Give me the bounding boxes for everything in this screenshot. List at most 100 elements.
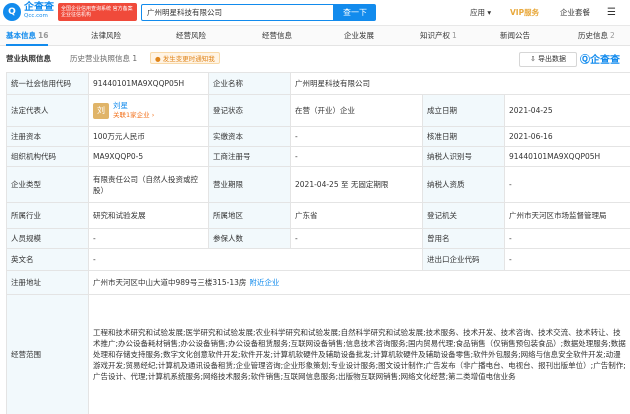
eng-name-value: - — [88, 248, 423, 271]
tab-label: 新闻公告 — [500, 31, 530, 40]
table-row: 统一社会信用代码 91440101MA9XQQP05H 企业名称 广州明星科技有… — [6, 72, 630, 95]
company-name-label: 企业名称 — [208, 72, 291, 95]
tab-ip[interactable]: 知识产权 1 — [420, 26, 457, 46]
tab-label: 经营风险 — [176, 31, 206, 40]
change-notify-button[interactable]: ● 发生变更时通知我 — [150, 52, 220, 64]
org-code-label: 组织机构代码 — [6, 146, 89, 167]
brand-q-icon: Ⓠ — [580, 55, 590, 66]
nav-kit[interactable]: 企业套餐 — [560, 0, 590, 26]
scope-value: 工程和技术研究和试验发展;医学研究和试验发展;农业科学研究和试验发展;自然科学研… — [88, 294, 630, 414]
table-row: 法定代表人 刘 刘星 关联1家企业 › 登记状态 在营（开业）企业 成立日期 2… — [6, 94, 630, 127]
table-row: 注册地址 广州市天河区中山大道中989号三楼315-13房 附近企业 — [6, 270, 630, 295]
tab-label: 经营信息 — [262, 31, 292, 40]
credit-code-value: 91440101MA9XQQP05H — [88, 72, 209, 95]
biz-term-value: 2021-04-25 至 无固定期限 — [290, 166, 423, 203]
export-button[interactable]: ⇩ 导出数据 — [519, 52, 577, 67]
tab-count: 1 — [452, 31, 457, 40]
taxpayer-id-label: 纳税人识别号 — [422, 146, 505, 167]
table-row: 注册资本 100万元人民币 实缴资本 - 核准日期 2021-06-16 — [6, 126, 630, 147]
table-row: 英文名 - 进出口企业代码 - — [6, 248, 630, 271]
tab-count: 2 — [610, 31, 615, 40]
insured-value: - — [290, 228, 423, 249]
former-name-label: 曾用名 — [422, 228, 505, 249]
tab-label: 历史信息 — [578, 31, 608, 40]
table-row: 所属行业 研究和试验发展 所属地区 广东省 登记机关 广州市天河区市场监督管理局 — [6, 202, 630, 229]
scope-label: 经营范围 — [6, 294, 89, 414]
chevron-down-icon: ▾ — [487, 8, 492, 17]
import-export-label: 进出口企业代码 — [422, 248, 505, 271]
reg-capital-label: 注册资本 — [6, 126, 89, 147]
search-input[interactable]: 广州明星科技有限公司 — [141, 4, 334, 21]
region-value: 广东省 — [290, 202, 423, 229]
tab-count: 16 — [38, 31, 49, 40]
taxpayer-qual-label: 纳税人资质 — [422, 166, 505, 203]
import-export-value: - — [504, 248, 630, 271]
subtab-history-license[interactable]: 历史营业执照信息 1 — [70, 53, 137, 64]
industry-value: 研究和试验发展 — [88, 202, 209, 229]
related-companies-link[interactable]: 关联1家企业 › — [113, 111, 154, 120]
authority-value: 广州市天河区市场监督管理局 — [504, 202, 630, 229]
credit-code-label: 统一社会信用代码 — [6, 72, 89, 95]
biz-term-label: 营业期限 — [208, 166, 291, 203]
staff-label: 人员规模 — [6, 228, 89, 249]
table-row: 人员规模 - 参保人数 - 曾用名 - — [6, 228, 630, 249]
tab-business-info[interactable]: 经营信息 — [262, 26, 292, 46]
logo-name: 企查查 — [24, 2, 54, 13]
legal-rep-cell: 刘 刘星 关联1家企业 › — [88, 94, 209, 127]
nav-vip[interactable]: VIP服务 — [510, 0, 539, 26]
ent-type-label: 企业类型 — [6, 166, 89, 203]
address-label: 注册地址 — [6, 270, 89, 295]
search-button[interactable]: 查一下 — [334, 4, 376, 21]
tab-basic-info[interactable]: 基本信息 16 — [6, 26, 49, 46]
table-row: 组织机构代码 MA9XQQP0-5 工商注册号 - 纳税人识别号 9144010… — [6, 146, 630, 167]
insured-label: 参保人数 — [208, 228, 291, 249]
region-label: 所属地区 — [208, 202, 291, 229]
paid-capital-value: - — [290, 126, 423, 147]
tab-label: 法律风险 — [91, 31, 121, 40]
site-logo[interactable]: Q 企查查 Qcc.com — [3, 3, 54, 21]
reg-status-value: 在营（开业）企业 — [290, 94, 423, 127]
brand-label: 企查查 — [590, 55, 620, 66]
nav-kit-label: 企业套餐 — [560, 8, 590, 17]
legal-rep-name-link[interactable]: 刘星 — [113, 101, 154, 111]
established-value: 2021-04-25 — [504, 94, 630, 127]
eng-name-label: 英文名 — [6, 248, 89, 271]
company-name-value: 广州明星科技有限公司 — [290, 72, 630, 95]
license-info-table: 统一社会信用代码 91440101MA9XQQP05H 企业名称 广州明星科技有… — [6, 72, 630, 414]
address-cell: 广州市天河区中山大道中989号三楼315-13房 附近企业 — [88, 270, 630, 295]
table-row: 企业类型 有限责任公司（自然人投资或控股） 营业期限 2021-04-25 至 … — [6, 166, 630, 203]
tab-news[interactable]: 新闻公告 — [500, 26, 530, 46]
main-tabs: 基本信息 16 法律风险 经营风险 经营信息 企业发展 知识产权 1 新闻公告 历史… — [0, 26, 630, 46]
ent-type-value: 有限责任公司（自然人投资或控股） — [88, 166, 209, 203]
tab-legal-risk[interactable]: 法律风险 — [91, 26, 121, 46]
nav-vip-label: VIP服务 — [510, 8, 540, 17]
biz-reg-no-label: 工商注册号 — [208, 146, 291, 167]
export-icon: ⇩ — [529, 55, 536, 63]
export-label: 导出数据 — [538, 55, 567, 63]
biz-reg-no-value: - — [290, 146, 423, 167]
menu-icon[interactable]: ☰ — [607, 0, 616, 26]
former-name-value: - — [504, 228, 630, 249]
address-value: 广州市天河区中山大道中989号三楼315-13房 — [93, 278, 247, 287]
logo-mark: Q — [3, 3, 21, 21]
tab-business-risk[interactable]: 经营风险 — [176, 26, 206, 46]
nav-app-label: 应用 — [470, 8, 485, 17]
established-label: 成立日期 — [422, 94, 505, 127]
tab-development[interactable]: 企业发展 — [344, 26, 374, 46]
slogan-badge: 全国企业信用查询系统 官方备案企业征信机构 — [58, 3, 137, 21]
approved-value: 2021-06-16 — [504, 126, 630, 147]
paid-capital-label: 实缴资本 — [208, 126, 291, 147]
tab-history[interactable]: 历史信息 2 — [578, 26, 615, 46]
authority-label: 登记机关 — [422, 202, 505, 229]
taxpayer-id-value: 91440101MA9XQQP05H — [504, 146, 630, 167]
subtab-current-license[interactable]: 营业执照信息 — [6, 53, 51, 64]
logo-text: 企查查 Qcc.com — [24, 3, 54, 21]
nearby-companies-link[interactable]: 附近企业 — [249, 278, 279, 287]
industry-label: 所属行业 — [6, 202, 89, 229]
table-row: 经营范围 工程和技术研究和试验发展;医学研究和试验发展;农业科学研究和试验发展;… — [6, 294, 630, 414]
bell-icon: ● — [155, 55, 161, 63]
org-code-value: MA9XQQP0-5 — [88, 146, 209, 167]
legal-rep-label: 法定代表人 — [6, 94, 89, 127]
nav-app[interactable]: 应用 ▾ — [470, 0, 491, 26]
brand-watermark: Ⓠ企查查 — [580, 51, 620, 66]
